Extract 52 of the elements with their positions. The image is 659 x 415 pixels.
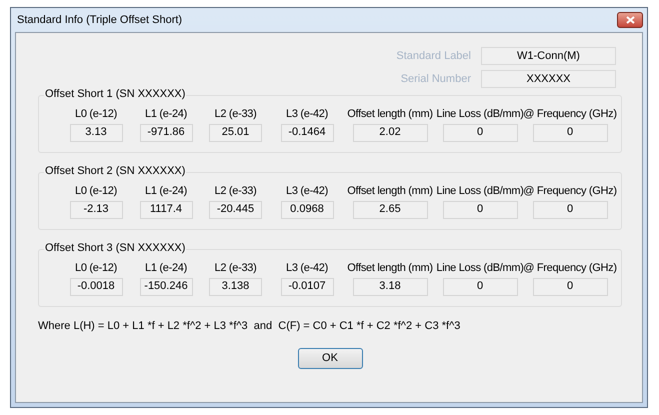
field-label: @ Frequency (GHz) (523, 184, 617, 199)
text-field[interactable]: -0.1464 (280, 124, 334, 142)
field-label: L0 (e-12) (75, 184, 117, 199)
text-field[interactable]: 2.02 (352, 124, 428, 142)
field-label: @ Frequency (GHz) (523, 261, 617, 276)
text-field[interactable]: 0 (532, 124, 608, 142)
text-field[interactable]: 0 (442, 124, 518, 142)
text-field[interactable]: -2.13 (70, 200, 122, 218)
field-label: Offset length (mm) (347, 107, 433, 122)
group-title: Offset Short 2 (SN XXXXXX) (44, 165, 186, 178)
field-label: L2 (e-33) (214, 107, 256, 122)
field-label: L3 (e-42) (286, 107, 328, 122)
field-label: Line Loss (dB/mm) (436, 261, 524, 276)
field-label: L2 (e-33) (214, 184, 256, 199)
text-field[interactable]: 2.65 (352, 200, 428, 218)
field-label: L3 (e-42) (286, 261, 328, 276)
text-field[interactable]: -20.445 (209, 200, 262, 218)
field-label: Offset length (mm) (347, 261, 433, 276)
text-field[interactable]: 3.18 (352, 278, 428, 296)
text-field[interactable]: 1117.4 (140, 200, 192, 218)
field-label: Standard Label (396, 48, 471, 64)
text-field[interactable]: 0 (442, 278, 518, 296)
field-label: Line Loss (dB/mm) (436, 107, 524, 122)
text-field[interactable]: 0.0968 (280, 200, 334, 218)
formula-text: Where L(H) = L0 + L1 *f + L2 *f^2 + L3 *f^3 and C(F) = C0 + C1 *f + C2 *f^2 + C3 *f^3 (38, 319, 462, 334)
field-label: L2 (e-33) (214, 261, 256, 276)
window-title: Standard Info (Triple Offset Short) (17, 12, 182, 28)
field-label: Serial Number (400, 72, 471, 87)
text-field[interactable]: 0 (532, 200, 608, 218)
field-label: L0 (e-12) (75, 107, 117, 122)
close-icon (626, 16, 634, 24)
field-label: @ Frequency (GHz) (523, 107, 617, 122)
text-field[interactable]: -150.246 (140, 278, 192, 296)
text-field[interactable]: 3.138 (209, 278, 262, 296)
ok-button[interactable]: OK (298, 348, 362, 368)
close-button[interactable] (617, 12, 643, 28)
field-label: L1 (e-24) (145, 184, 187, 199)
field-label: L1 (e-24) (145, 261, 187, 276)
text-field[interactable]: 3.13 (70, 124, 122, 142)
field-label: Offset length (mm) (347, 184, 433, 199)
text-field[interactable]: 0 (442, 200, 518, 218)
field-label: L0 (e-12) (75, 261, 117, 276)
text-field[interactable]: -0.0107 (280, 278, 334, 296)
field-label: Line Loss (dB/mm) (436, 184, 524, 199)
text-field[interactable]: -0.0018 (70, 278, 122, 296)
field-label: L1 (e-24) (145, 107, 187, 122)
text-field[interactable]: -971.86 (140, 124, 192, 142)
field-label: L3 (e-42) (286, 184, 328, 199)
group-title: Offset Short 3 (SN XXXXXX) (44, 242, 186, 255)
text-field[interactable]: 0 (532, 278, 608, 296)
group-title: Offset Short 1 (SN XXXXXX) (44, 88, 186, 101)
text-field[interactable]: 25.01 (209, 124, 262, 142)
